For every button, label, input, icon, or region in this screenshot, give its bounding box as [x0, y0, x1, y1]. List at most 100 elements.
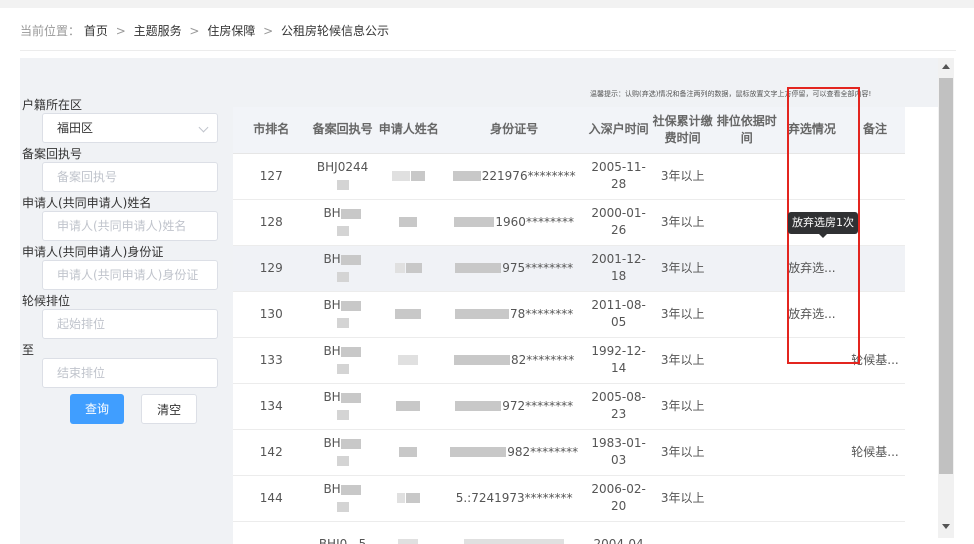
applicant-id-input[interactable]: 申请人(共同申请人)身份证: [42, 260, 218, 290]
cell-record-text: BH: [323, 252, 341, 266]
breadcrumb-topic-services[interactable]: 主题服务: [134, 24, 182, 38]
cell-name: [375, 521, 442, 544]
cell-id: 975********: [441, 245, 587, 292]
cell-basis: [714, 245, 779, 292]
cell-id-text: 5.:7241973********: [455, 490, 573, 505]
cell-name: [375, 429, 442, 476]
redaction-block: [336, 363, 349, 374]
cell-social: 3年以上: [650, 383, 715, 430]
redaction-block: [398, 539, 419, 544]
record-label: 备案回执号: [22, 147, 83, 161]
col-header-rank: 市排名: [233, 107, 310, 154]
cell-basis: [714, 199, 779, 246]
cell-social: 3年以上: [650, 291, 715, 338]
breadcrumb-separator: >: [263, 24, 274, 38]
record-input[interactable]: 备案回执号: [42, 162, 218, 192]
cell-basis: [714, 291, 779, 338]
page-scrollbar[interactable]: [938, 58, 954, 538]
col-header-residence-date: 入深户时间: [586, 107, 651, 154]
table-row: BHJ0...5 2004-04: [233, 521, 905, 544]
search-form: 户籍所在区 福田区 备案回执号 备案回执号 申请人(共同申请人)姓名 申请人(共…: [22, 98, 218, 426]
to-label: 至: [22, 343, 35, 357]
scroll-down-icon[interactable]: [942, 524, 950, 529]
redaction-block: [336, 455, 349, 466]
cell-id: 82********: [441, 337, 587, 384]
rank-end-input[interactable]: 结束排位: [42, 358, 218, 388]
redaction-block: [340, 484, 361, 495]
table-row: 144 BH 5.:7241973******** 2006-02-20 3年以…: [233, 475, 905, 522]
scroll-up-icon[interactable]: [942, 64, 950, 69]
cell-date: 2001-12-18: [586, 245, 651, 292]
cell-note[interactable]: [844, 521, 905, 544]
cell-note[interactable]: [844, 475, 905, 522]
redaction-block: [336, 179, 349, 190]
cell-social: [650, 521, 715, 544]
redaction-block: [454, 355, 511, 365]
query-button[interactable]: 查询: [70, 394, 124, 424]
cell-basis: [714, 521, 779, 544]
district-label: 户籍所在区: [22, 98, 83, 112]
applicant-name-input[interactable]: 申请人(共同申请人)姓名: [42, 211, 218, 241]
cell-basis: [714, 153, 779, 200]
breadcrumb-housing[interactable]: 住房保障: [207, 24, 255, 38]
cell-id-text: 975********: [502, 260, 574, 275]
cell-name: [375, 475, 442, 522]
cell-rank: 142: [233, 429, 310, 476]
cell-note[interactable]: 轮候基...: [844, 429, 905, 476]
cell-id: 982********: [441, 429, 587, 476]
clear-button[interactable]: 清空: [141, 394, 198, 424]
breadcrumb-home[interactable]: 首页: [84, 24, 108, 38]
cell-abandon[interactable]: [778, 475, 845, 522]
cell-abandon[interactable]: [778, 383, 845, 430]
redaction-block: [336, 501, 349, 512]
cell-rank: 130: [233, 291, 310, 338]
redaction-block: [455, 309, 510, 319]
redaction-block: [394, 263, 405, 273]
cell-rank: 127: [233, 153, 310, 200]
cell-id: 972********: [441, 383, 587, 430]
redaction-block: [455, 401, 502, 411]
cell-record: BH: [309, 337, 376, 384]
cell-record-text: BHJ0244: [316, 160, 369, 174]
col-header-social: 社保累计缴费时间: [650, 107, 715, 154]
col-header-name: 申请人姓名: [375, 107, 442, 154]
district-value: 福田区: [57, 121, 94, 135]
redaction-block: [463, 539, 564, 544]
cell-social: 3年以上: [650, 153, 715, 200]
rank-start-input[interactable]: 起始排位: [42, 309, 218, 339]
cell-abandon[interactable]: [778, 429, 845, 476]
cell-id-text: 982********: [507, 444, 579, 459]
cell-name: [375, 199, 442, 246]
cell-name: [375, 153, 442, 200]
cell-rank: 144: [233, 475, 310, 522]
cell-note[interactable]: [844, 383, 905, 430]
cell-id-text: 1960********: [495, 214, 574, 229]
cell-rank: [233, 521, 310, 544]
breadcrumb-divider: [20, 50, 956, 51]
scroll-thumb[interactable]: [939, 78, 953, 474]
cell-social: 3年以上: [650, 475, 715, 522]
cell-record: BH: [309, 291, 376, 338]
col-header-record: 备案回执号: [309, 107, 376, 154]
breadcrumb: 当前位置： 首页 > 主题服务 > 住房保障 > 公租房轮候信息公示: [20, 22, 389, 39]
cell-abandon[interactable]: [778, 521, 845, 544]
cell-record-text: BH: [323, 206, 341, 220]
cell-id: 221976********: [441, 153, 587, 200]
cell-record-text: BH: [323, 390, 341, 404]
district-select[interactable]: 福田区: [42, 113, 218, 143]
cell-social: 3年以上: [650, 245, 715, 292]
redaction-block: [336, 317, 349, 328]
cell-basis: [714, 475, 779, 522]
cell-id-text: 78********: [510, 306, 574, 321]
cell-date: 2006-02-20: [586, 475, 651, 522]
redaction-block: [340, 392, 361, 403]
redaction-block: [450, 447, 507, 457]
cell-record: BH: [309, 429, 376, 476]
cell-rank: 133: [233, 337, 310, 384]
cell-social: 3年以上: [650, 199, 715, 246]
breadcrumb-current-page: 公租房轮候信息公示: [281, 24, 390, 38]
redaction-block: [336, 409, 349, 420]
redaction-block: [410, 171, 425, 181]
cell-record: BH: [309, 199, 376, 246]
cell-record: BH: [309, 383, 376, 430]
